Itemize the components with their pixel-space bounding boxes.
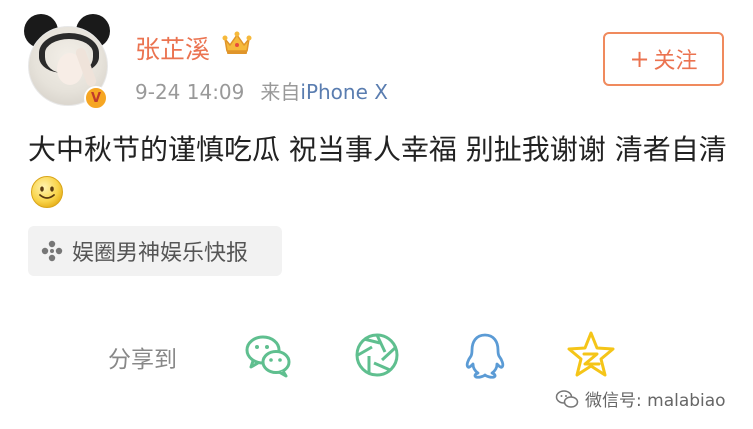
post-content: 大中秋节的谨慎吃瓜 祝当事人幸福 别扯我谢谢 清者自清 [28, 128, 728, 216]
moments-icon[interactable] [352, 330, 402, 380]
topic-pinwheel-icon [41, 240, 63, 262]
plus-icon: + [629, 45, 650, 73]
watermark-text: 微信号: malabiao [585, 391, 726, 411]
wechat-watermark-icon [555, 389, 579, 408]
post-meta: 9-24 14:09 来自iPhone X [135, 76, 388, 105]
follow-label: 关注 [653, 49, 698, 74]
post-time: 9-24 14:09 [135, 80, 245, 104]
qzone-icon[interactable] [566, 330, 616, 380]
crown-icon [222, 31, 252, 54]
verified-badge-icon: V [84, 86, 108, 110]
share-label: 分享到 [108, 347, 177, 373]
username[interactable]: 张芷溪 [135, 30, 210, 66]
smile-emoji-icon [31, 176, 63, 208]
topic-label: 娱圈男神娱乐快报 [72, 241, 249, 266]
topic-tag[interactable]: 娱圈男神娱乐快报 [28, 226, 282, 276]
wechat-icon[interactable] [243, 330, 293, 380]
post-text: 大中秋节的谨慎吃瓜 祝当事人幸福 别扯我谢谢 清者自清 [28, 133, 727, 166]
watermark: 微信号: malabiao [555, 386, 726, 411]
source-device-link[interactable]: iPhone X [300, 80, 388, 104]
follow-button[interactable]: + 关注 [603, 32, 724, 86]
qq-icon[interactable] [460, 330, 510, 380]
source-label: 来自 [260, 80, 301, 104]
avatar[interactable]: V [22, 14, 118, 110]
